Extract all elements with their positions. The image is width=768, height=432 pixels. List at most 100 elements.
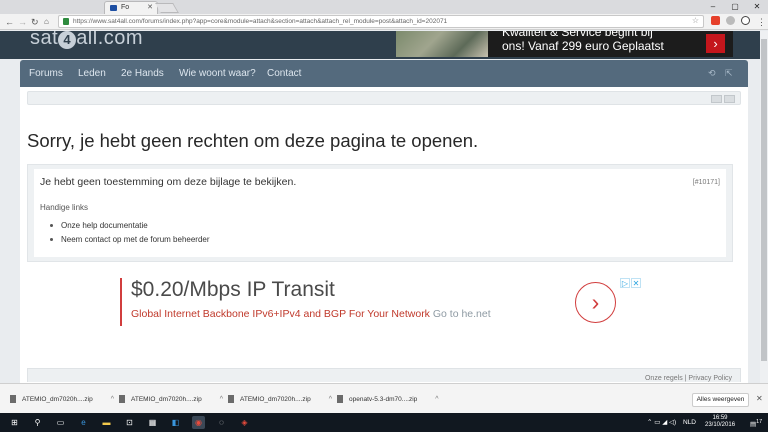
content-footer-bar: Onze regels | Privacy Policy (27, 368, 741, 382)
app-icon[interactable]: ◧ (169, 416, 182, 429)
file-explorer-icon[interactable]: ▬ (100, 416, 113, 429)
error-code: [#10171] (692, 179, 720, 186)
new-tab-button[interactable] (155, 3, 179, 13)
chevron-up-icon[interactable]: ^ (220, 396, 223, 403)
reload-icon[interactable]: ↻ (31, 15, 39, 29)
ad-close-icon[interactable]: ✕ (631, 278, 641, 288)
zip-file-icon (337, 395, 343, 404)
bookmark-star-icon[interactable]: ☆ (692, 16, 699, 25)
extension-2-icon[interactable] (726, 16, 735, 25)
refresh-feed-icon[interactable]: ⟲ (708, 68, 716, 79)
download-name: ATEMIO_dm7020h....zip (131, 396, 202, 403)
vertical-scrollbar[interactable] (760, 31, 768, 383)
nav-leden[interactable]: Leden (78, 60, 106, 87)
adchoices-icon[interactable]: ▷ (620, 278, 630, 288)
download-item[interactable]: ATEMIO_dm7020h....zip ^ (10, 393, 114, 407)
task-view-icon[interactable]: ▭ (54, 416, 67, 429)
clock-time: 16:59 (712, 415, 728, 421)
download-item[interactable]: ATEMIO_dm7020h....zip ^ (119, 393, 223, 407)
app-3-icon[interactable]: ◈ (238, 416, 251, 429)
ad-accent-bar (120, 278, 122, 326)
nav-contact[interactable]: Contact (267, 60, 301, 87)
windows-app-icon[interactable]: ▦ (146, 416, 159, 429)
app-2-icon[interactable]: ◌ (215, 416, 228, 429)
external-link-icon[interactable]: ⇱ (725, 68, 733, 79)
minimize-icon[interactable]: – (702, 0, 724, 14)
error-message-inner: Je hebt geen toestemming om deze bijlage… (34, 169, 726, 257)
browser-tab[interactable]: Fo ✕ (104, 1, 158, 14)
forward-arrow-icon[interactable]: → (18, 15, 27, 29)
notification-count: 17 (756, 419, 763, 425)
zip-file-icon (228, 395, 234, 404)
chevron-up-icon[interactable]: ^ (329, 396, 332, 403)
main-content: Sorry, je hebt geen rechten om deze pagi… (20, 87, 748, 383)
scrollbar-thumb[interactable] (761, 39, 767, 361)
web-page: sat 4 all.com Kwaliteit & Service begint b… (0, 31, 768, 383)
store-icon[interactable]: ⊡ (123, 416, 136, 429)
menu-icon[interactable]: ⋮ (757, 15, 766, 29)
clock-date: 23/10/2016 (705, 422, 736, 428)
banner-image (396, 31, 488, 57)
error-message: Je hebt geen toestemming om deze bijlage… (40, 176, 297, 188)
download-bar: ATEMIO_dm7020h....zip ^ ATEMIO_dm7020h...… (0, 383, 768, 413)
nav-wie-woont-waar[interactable]: Wie woont waar? (179, 60, 256, 87)
maximize-icon[interactable]: ▢ (724, 0, 746, 14)
link-contact-admin[interactable]: Neem contact op met de forum beheerder (50, 233, 210, 247)
logo-suffix: all.com (76, 31, 144, 49)
nav-forums[interactable]: Forums (29, 60, 63, 87)
extension-3-icon[interactable] (741, 16, 750, 25)
download-name: ATEMIO_dm7020h....zip (22, 396, 93, 403)
chevron-up-icon[interactable]: ^ (111, 396, 114, 403)
zip-file-icon (119, 395, 125, 404)
address-bar[interactable]: https://www.sat4all.com/forums/index.php… (58, 15, 704, 28)
tab-title: Fo (121, 4, 130, 11)
ip-transit-ad[interactable]: $0.20/Mbps IP Transit Global Internet Ba… (120, 278, 642, 343)
url-text[interactable]: https://www.sat4all.com/forums/index.php… (73, 16, 447, 28)
chevron-up-icon[interactable]: ^ (435, 396, 438, 403)
ad-go-arrow-icon[interactable]: › (575, 282, 616, 323)
lock-icon (63, 18, 69, 25)
ad-subline: Global Internet Backbone IPv6+IPv4 and B… (131, 308, 491, 320)
close-download-bar-icon[interactable]: ✕ (756, 394, 763, 403)
search-icon[interactable]: ⚲ (31, 416, 44, 429)
site-header: sat 4 all.com Kwaliteit & Service begint b… (0, 31, 768, 59)
site-favicon-icon (110, 5, 117, 11)
main-nav: Forums Leden 2e Hands Wie woont waar? Co… (20, 60, 748, 87)
page-title: Sorry, je hebt geen rechten om deze pagi… (27, 130, 479, 151)
error-message-box: Je hebt geen toestemming om deze bijlage… (27, 164, 733, 262)
download-item[interactable]: ATEMIO_dm7020h....zip ^ (228, 393, 332, 407)
chrome-icon[interactable]: ◉ (192, 416, 205, 429)
ad-choices: ▷ ✕ (620, 278, 641, 288)
link-help-docs[interactable]: Onze help documentatie (50, 219, 210, 233)
windows-taskbar: ⊞ ⚲ ▭ e ▬ ⊡ ▦ ◧ ◉ ◌ ◈ ⌃ ▭ ◢ ◁) NLD 16:59… (0, 413, 768, 432)
banner-arrow-icon[interactable]: › (706, 34, 725, 53)
download-name: openatv-5.3-dm70....zip (349, 396, 418, 403)
youtube-icon[interactable] (711, 95, 722, 103)
footer-links[interactable]: Onze regels | Privacy Policy (645, 375, 732, 382)
download-item[interactable]: openatv-5.3-dm70....zip ^ (337, 393, 439, 407)
taskbar-clock[interactable]: 16:59 23/10/2016 (705, 415, 735, 429)
header-banner-ad[interactable]: Kwaliteit & Service begint bij ons! Vana… (396, 31, 733, 57)
windows-start-icon[interactable]: ⊞ (8, 416, 21, 429)
site-logo[interactable]: sat 4 all.com (30, 31, 143, 50)
useful-links-title: Handige links (40, 203, 89, 212)
edge-browser-icon[interactable]: e (77, 416, 90, 429)
tab-close-icon[interactable]: ✕ (147, 2, 153, 14)
back-arrow-icon[interactable]: ← (5, 15, 14, 29)
address-bar-row: ← → ↻ ⌂ https://www.sat4all.com/forums/i… (0, 14, 768, 30)
home-icon[interactable]: ⌂ (44, 15, 49, 29)
show-all-downloads-button[interactable]: Alles weergeven (692, 393, 749, 407)
banner-line-1: Kwaliteit & Service begint bij (502, 31, 653, 39)
download-name: ATEMIO_dm7020h....zip (240, 396, 311, 403)
tray-icons[interactable]: ⌃ ▭ ◢ ◁) (647, 413, 676, 432)
language-indicator[interactable]: NLD (683, 413, 696, 432)
mail-icon[interactable] (724, 95, 735, 103)
ad-subline-text: Global Internet Backbone IPv6+IPv4 and B… (131, 308, 430, 320)
extension-icon[interactable] (711, 16, 720, 25)
logo-mark: 4 (58, 31, 77, 49)
nav-2e-hands[interactable]: 2e Hands (121, 60, 164, 87)
action-center-icon[interactable]: ▤17 (750, 413, 762, 432)
ad-cta[interactable]: Go to he.net (433, 308, 491, 320)
browser-tabstrip: Fo ✕ – ▢ ✕ (0, 0, 768, 14)
close-window-icon[interactable]: ✕ (746, 0, 768, 14)
